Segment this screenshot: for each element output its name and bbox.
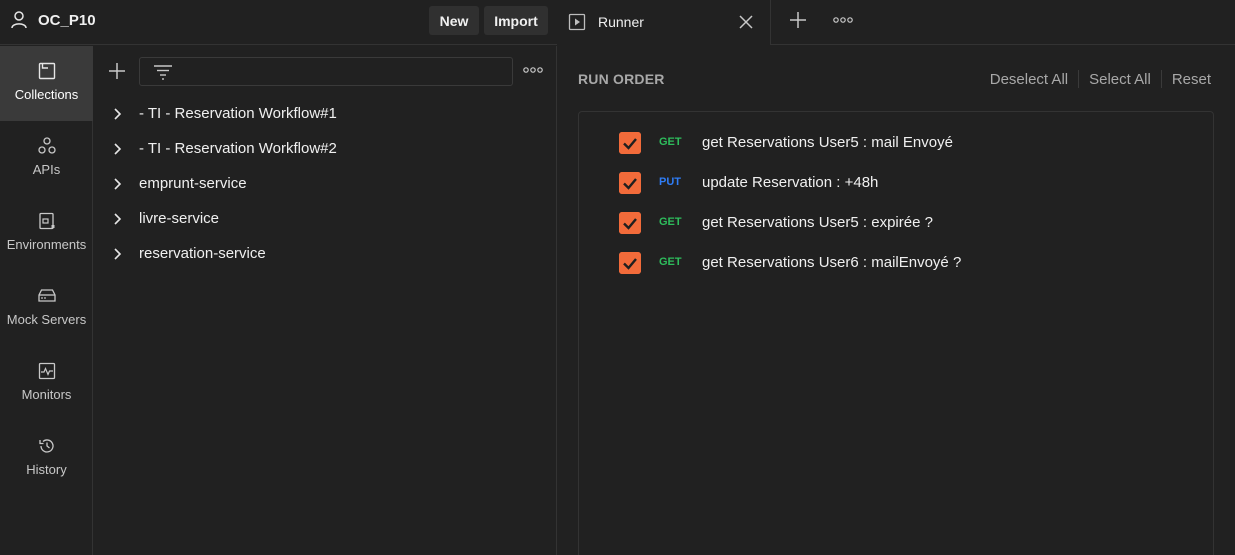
nav-label-apis: APIs xyxy=(32,162,61,177)
request-method: GET xyxy=(659,136,682,148)
collections-filter[interactable] xyxy=(139,57,513,86)
add-collection-icon[interactable] xyxy=(108,62,126,80)
collection-item[interactable]: - TI - Reservation Workflow#1 xyxy=(94,96,557,131)
mock-servers-icon xyxy=(37,289,56,302)
workspace-header: OC_P10 New Import xyxy=(0,0,557,45)
chevron-right-icon[interactable] xyxy=(113,108,123,120)
collection-item[interactable]: emprunt-service xyxy=(94,166,557,201)
deselect-all-button[interactable]: Deselect All xyxy=(980,71,1078,88)
nav-label-collections: Collections xyxy=(14,87,79,102)
nav-item-history[interactable]: History xyxy=(0,421,93,496)
runner-pane: RUN ORDER Deselect All Select All Reset … xyxy=(558,46,1235,555)
user-icon[interactable] xyxy=(9,10,29,30)
request-method: GET xyxy=(659,216,682,228)
monitors-icon xyxy=(38,362,55,380)
run-order-list: GET get Reservations User5 : mail Envoyé… xyxy=(578,111,1214,555)
workspace-name[interactable]: OC_P10 xyxy=(38,12,96,29)
checkbox-checked-icon[interactable] xyxy=(619,172,641,194)
collection-name: reservation-service xyxy=(139,245,266,262)
nav-item-environments[interactable]: Environments xyxy=(0,196,93,271)
more-options-icon[interactable] xyxy=(523,64,543,76)
nav-item-collections[interactable]: Collections xyxy=(0,46,93,121)
collection-name: - TI - Reservation Workflow#1 xyxy=(139,105,337,122)
tab-bar: Runner xyxy=(558,0,1235,45)
run-order-title: RUN ORDER xyxy=(578,71,665,87)
collection-item[interactable]: - TI - Reservation Workflow#2 xyxy=(94,131,557,166)
nav-item-apis[interactable]: APIs xyxy=(0,121,93,196)
collection-item[interactable]: reservation-service xyxy=(94,236,557,271)
chevron-right-icon[interactable] xyxy=(113,213,123,225)
nav-rail: Collections APIs Environments Mock Serve… xyxy=(0,46,93,555)
request-name: get Reservations User6 : mailEnvoyé ? xyxy=(702,254,962,271)
collections-sidebar: - TI - Reservation Workflow#1 - TI - Res… xyxy=(94,46,557,555)
apis-icon xyxy=(37,137,56,154)
filter-icon xyxy=(154,65,172,80)
run-order-actions: Deselect All Select All Reset xyxy=(980,70,1221,88)
reset-button[interactable]: Reset xyxy=(1162,71,1221,88)
checkbox-checked-icon[interactable] xyxy=(619,252,641,274)
request-name: get Reservations User5 : expirée ? xyxy=(702,214,933,231)
nav-label-history: History xyxy=(26,462,67,477)
collections-search-input[interactable] xyxy=(182,58,502,85)
collections-list: - TI - Reservation Workflow#1 - TI - Res… xyxy=(94,96,557,271)
request-name: update Reservation : +48h xyxy=(702,174,879,191)
nav-item-mock-servers[interactable]: Mock Servers xyxy=(0,271,93,346)
request-method: GET xyxy=(659,256,682,268)
select-all-button[interactable]: Select All xyxy=(1079,71,1161,88)
tab-more-options-icon[interactable] xyxy=(833,14,853,26)
import-button[interactable]: Import xyxy=(484,6,548,35)
collection-name: emprunt-service xyxy=(139,175,247,192)
collection-name: livre-service xyxy=(139,210,220,227)
history-icon xyxy=(38,439,54,453)
tab-runner[interactable]: Runner xyxy=(558,0,771,45)
tab-label: Runner xyxy=(598,14,644,30)
chevron-right-icon[interactable] xyxy=(113,248,123,260)
request-method: PUT xyxy=(659,176,681,188)
collections-icon xyxy=(38,62,55,80)
environments-icon xyxy=(38,212,54,230)
close-icon[interactable] xyxy=(738,14,754,30)
chevron-right-icon[interactable] xyxy=(113,143,123,155)
nav-item-monitors[interactable]: Monitors xyxy=(0,346,93,421)
nav-label-mock-servers: Mock Servers xyxy=(6,312,87,327)
checkbox-checked-icon[interactable] xyxy=(619,132,641,154)
new-tab-icon[interactable] xyxy=(789,11,807,29)
collection-item[interactable]: livre-service xyxy=(94,201,557,236)
nav-label-environments: Environments xyxy=(6,237,87,252)
runner-play-icon xyxy=(568,13,586,31)
checkbox-checked-icon[interactable] xyxy=(619,212,641,234)
collection-name: - TI - Reservation Workflow#2 xyxy=(139,140,337,157)
nav-label-monitors: Monitors xyxy=(21,387,72,402)
new-button[interactable]: New xyxy=(429,6,479,35)
request-name: get Reservations User5 : mail Envoyé xyxy=(702,134,953,151)
chevron-right-icon[interactable] xyxy=(113,178,123,190)
